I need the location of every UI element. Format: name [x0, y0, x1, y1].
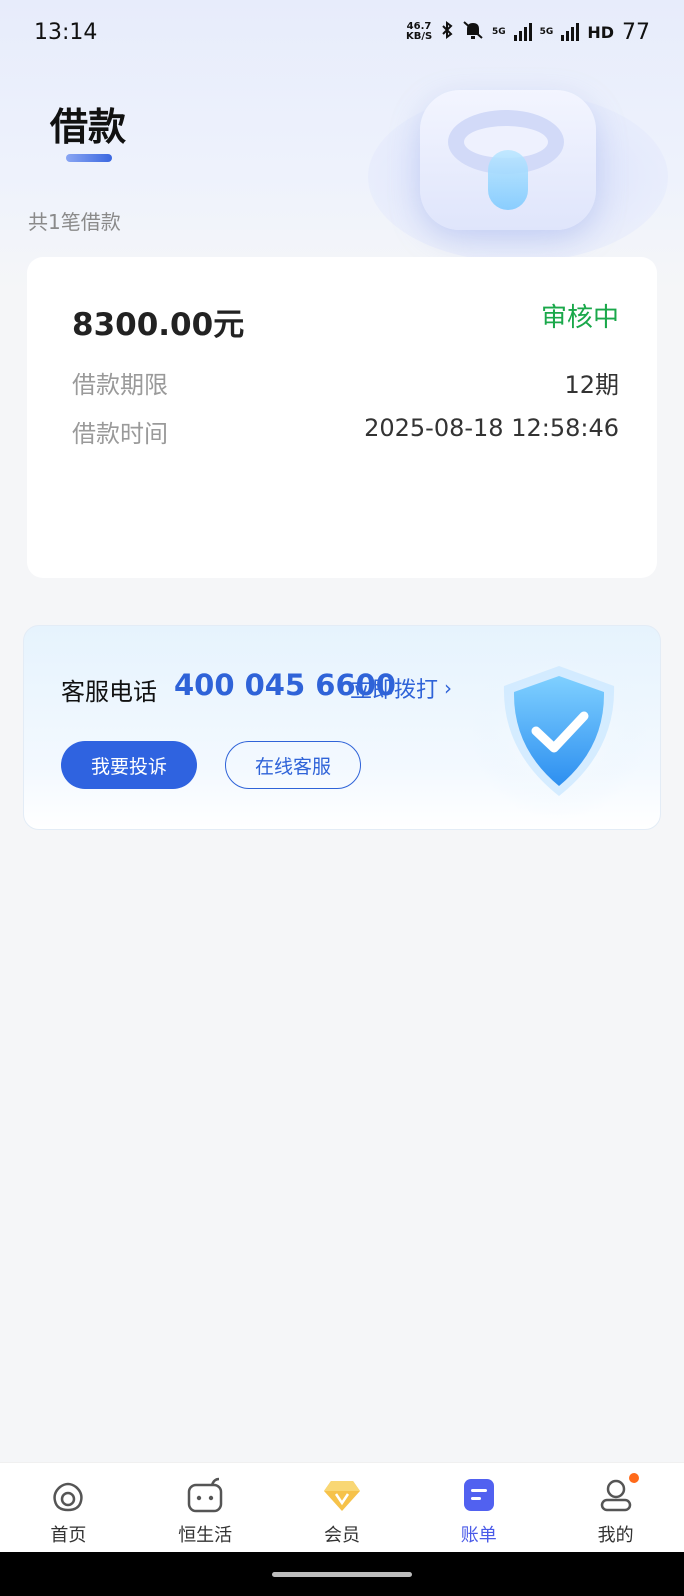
- chevron-right-icon: ›: [444, 676, 453, 700]
- term-label: 借款期限: [72, 371, 168, 399]
- service-phone-label: 客服电话: [61, 678, 157, 706]
- tab-life-label: 恒生活: [178, 1525, 233, 1546]
- status-time: 13:14: [34, 19, 98, 45]
- mute-bell-icon: [462, 20, 484, 44]
- loan-card[interactable]: 8300.00元 审核中 借款期限 12期 借款时间 2025-08-18 12…: [27, 257, 657, 578]
- loan-time-label: 借款时间: [72, 420, 168, 448]
- loan-amount: 8300.00元: [72, 307, 245, 343]
- tab-home-label: 首页: [50, 1525, 87, 1546]
- life-box-icon: [185, 1475, 225, 1515]
- online-service-button[interactable]: 在线客服: [225, 741, 361, 789]
- page-title: 借款: [50, 105, 127, 149]
- title-underline: [66, 154, 112, 162]
- tab-mine-label: 我的: [597, 1525, 634, 1546]
- loan-status: 审核中: [540, 303, 619, 333]
- call-now-label: 立即拨打: [350, 678, 439, 703]
- shield-check-icon: [464, 636, 654, 826]
- status-indicators: 46.7 KB/S 5G 5G HD 77: [406, 20, 650, 45]
- diamond-icon: [322, 1475, 362, 1515]
- bluetooth-icon: [440, 21, 454, 43]
- notification-dot: [629, 1473, 640, 1483]
- status-bar: 13:14 46.7 KB/S 5G 5G HD 77: [0, 0, 684, 64]
- call-now-link[interactable]: 立即拨打 ›: [350, 672, 452, 704]
- system-nav-bar: [0, 1552, 684, 1596]
- complaint-button[interactable]: 我要投诉: [61, 741, 197, 789]
- tab-life[interactable]: 恒生活: [137, 1463, 274, 1552]
- network-label-1: 5G: [492, 27, 506, 37]
- signal-icon-2: [561, 23, 580, 41]
- net-speed: 46.7 KB/S: [406, 21, 433, 42]
- tab-mine[interactable]: 我的: [547, 1463, 684, 1552]
- home-gesture-pill[interactable]: [272, 1572, 412, 1577]
- battery-level: 77: [622, 19, 650, 45]
- network-label-2: 5G: [539, 27, 554, 37]
- term-value: 12期: [564, 371, 619, 399]
- tab-member[interactable]: 会员: [274, 1463, 411, 1552]
- loan-time-value: 2025-08-18 12:58:46: [364, 414, 619, 442]
- hero-decoration-glow: [488, 150, 528, 210]
- tab-bill[interactable]: 账单: [410, 1463, 547, 1552]
- tab-member-label: 会员: [323, 1525, 360, 1546]
- hd-label: HD: [587, 22, 614, 42]
- tab-home[interactable]: 首页: [0, 1463, 137, 1552]
- customer-service-card: 客服电话 400 045 6600 立即拨打 › 我要投诉 在线客服: [23, 625, 661, 830]
- home-bag-icon: [48, 1475, 88, 1515]
- loan-count: 共1笔借款: [28, 210, 121, 234]
- bill-icon: [459, 1475, 499, 1515]
- tab-bill-label: 账单: [460, 1525, 497, 1546]
- signal-icon: [513, 23, 532, 41]
- bottom-tab-bar: 首页 恒生活 会员 账单 我的: [0, 1462, 684, 1552]
